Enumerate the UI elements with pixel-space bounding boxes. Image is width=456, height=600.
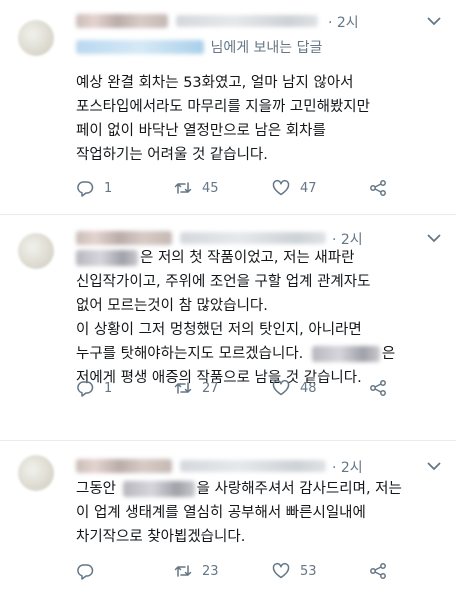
like-count: 53: [300, 563, 317, 579]
tweet-text: 그동안 을 사랑해주셔서 감사드리며, 저는 이 업계 생태계를 열심히 공부해…: [76, 477, 402, 549]
tweet-line: 누구를 탓해야하는지도 모르겠습니다. 은: [76, 342, 395, 366]
redacted-title: [311, 346, 380, 362]
tweet-line: 이 업계 생태계를 열심히 공부해서 빠른시일내에: [76, 505, 366, 521]
reply-button[interactable]: 1: [76, 378, 112, 398]
redacted-title: [76, 250, 138, 266]
author-name[interactable]: [76, 459, 172, 473]
retweet-count: 23: [202, 563, 219, 579]
reply-button[interactable]: 1: [76, 178, 112, 198]
reply-icon: [77, 381, 94, 397]
like-count: 48: [300, 380, 317, 396]
tweet-line: 예상 완결 회차는 53화였고, 얼마 남지 않아서: [76, 75, 354, 91]
share-button[interactable]: [369, 178, 387, 198]
tweet[interactable]: · 2시 님에게 보내는 답글 예상 완결 회차는 53화였고, 얼마 남지 않…: [0, 0, 456, 210]
share-icon: [370, 380, 386, 396]
tweet-time[interactable]: · 2시: [332, 457, 363, 477]
author-handle: [180, 460, 326, 472]
mention-link[interactable]: [76, 40, 204, 54]
share-button[interactable]: [369, 561, 387, 581]
retweet-button[interactable]: 23: [174, 561, 219, 581]
heart-icon: [272, 180, 290, 196]
like-button[interactable]: 47: [272, 178, 317, 198]
heart-icon: [272, 380, 290, 396]
tweet[interactable]: · 2시 그동안 을 사랑해주셔서 감사드리며, 저는 이 업계 생태계를 열심…: [0, 441, 456, 600]
retweet-count: 45: [202, 180, 219, 196]
reply-icon: [77, 181, 94, 197]
heart-icon: [272, 563, 290, 579]
tweet-line-text: 을 사랑해주셔서 감사드리며, 저는: [196, 481, 402, 497]
author-name[interactable]: [76, 231, 172, 245]
tweet-line: 없어 모르는것이 참 많았습니다.: [76, 298, 268, 314]
reply-count: 1: [104, 180, 113, 196]
chevron-down-icon[interactable]: [426, 14, 442, 28]
tweet-line: 은 저의 첫 작품이었고, 저는 새파란: [76, 246, 395, 270]
redacted-title: [122, 481, 195, 497]
avatar[interactable]: [18, 20, 54, 56]
retweet-button[interactable]: 27: [174, 378, 219, 398]
retweet-button[interactable]: 45: [174, 178, 219, 198]
tweet-text: 은 저의 첫 작품이었고, 저는 새파란 신입작가이고, 주위에 조언을 구할 …: [76, 246, 395, 390]
replying-to-label: 님에게 보내는 답글: [210, 40, 323, 56]
tweet-line-text: 그동안: [76, 481, 117, 497]
like-button[interactable]: 53: [272, 561, 317, 581]
share-button[interactable]: [369, 378, 387, 398]
share-icon: [370, 180, 386, 196]
tweet[interactable]: · 2시 은 저의 첫 작품이었고, 저는 새파란 신입작가이고, 주위에 조언…: [0, 215, 456, 437]
tweet-time[interactable]: · 2시: [328, 12, 359, 32]
retweet-icon: [174, 565, 192, 577]
tweet-header: · 2시: [76, 229, 416, 248]
tweet-line: 포스타입에서라도 마무리를 지을까 고민해봤지만: [76, 99, 370, 115]
tweet-line: 신입작가이고, 주위에 조언을 구할 업계 관계자도: [76, 274, 371, 290]
share-icon: [370, 563, 386, 579]
tweet-header: · 2시: [76, 457, 416, 477]
retweet-count: 27: [202, 380, 219, 396]
author-handle: [180, 232, 326, 244]
tweet-line: 작업하기는 어려울 것 같습니다.: [76, 147, 268, 163]
retweet-icon: [174, 182, 192, 194]
tweet-actions: 1 27 48: [76, 378, 416, 398]
tweet-actions: 23 53: [76, 561, 416, 581]
chevron-down-icon[interactable]: [426, 459, 442, 473]
avatar[interactable]: [18, 455, 54, 491]
chevron-down-icon[interactable]: [426, 231, 442, 245]
tweet-header: · 2시: [76, 12, 416, 32]
reply-button[interactable]: [76, 561, 104, 581]
retweet-icon: [174, 382, 192, 394]
tweet-line: 그동안 을 사랑해주셔서 감사드리며, 저는: [76, 477, 402, 501]
tweet-line-text: 은: [381, 346, 396, 362]
tweet-line: 차기작으로 찾아뵙겠습니다.: [76, 529, 246, 545]
author-handle: [176, 15, 318, 27]
avatar[interactable]: [18, 233, 54, 269]
tweet-text: 예상 완결 회차는 53화였고, 얼마 남지 않아서 포스타입에서라도 마무리를…: [76, 71, 370, 167]
tweet-actions: 1 45 47: [76, 178, 416, 198]
replying-to: 님에게 보내는 답글: [76, 37, 323, 56]
reply-icon: [77, 564, 94, 580]
author-name[interactable]: [76, 14, 168, 28]
tweet-line: 페이 없이 바닥난 열정만으로 남은 회차를: [76, 123, 326, 139]
tweet-line: 이 상황이 그저 멍청했던 저의 탓인지, 아니라면: [76, 322, 362, 338]
tweet-line-text: 은 저의 첫 작품이었고, 저는 새파란: [140, 250, 355, 266]
like-button[interactable]: 48: [272, 378, 317, 398]
tweet-line-text: 누구를 탓해야하는지도 모르겠습니다.: [76, 346, 304, 362]
like-count: 47: [300, 180, 317, 196]
reply-count: 1: [104, 380, 113, 396]
